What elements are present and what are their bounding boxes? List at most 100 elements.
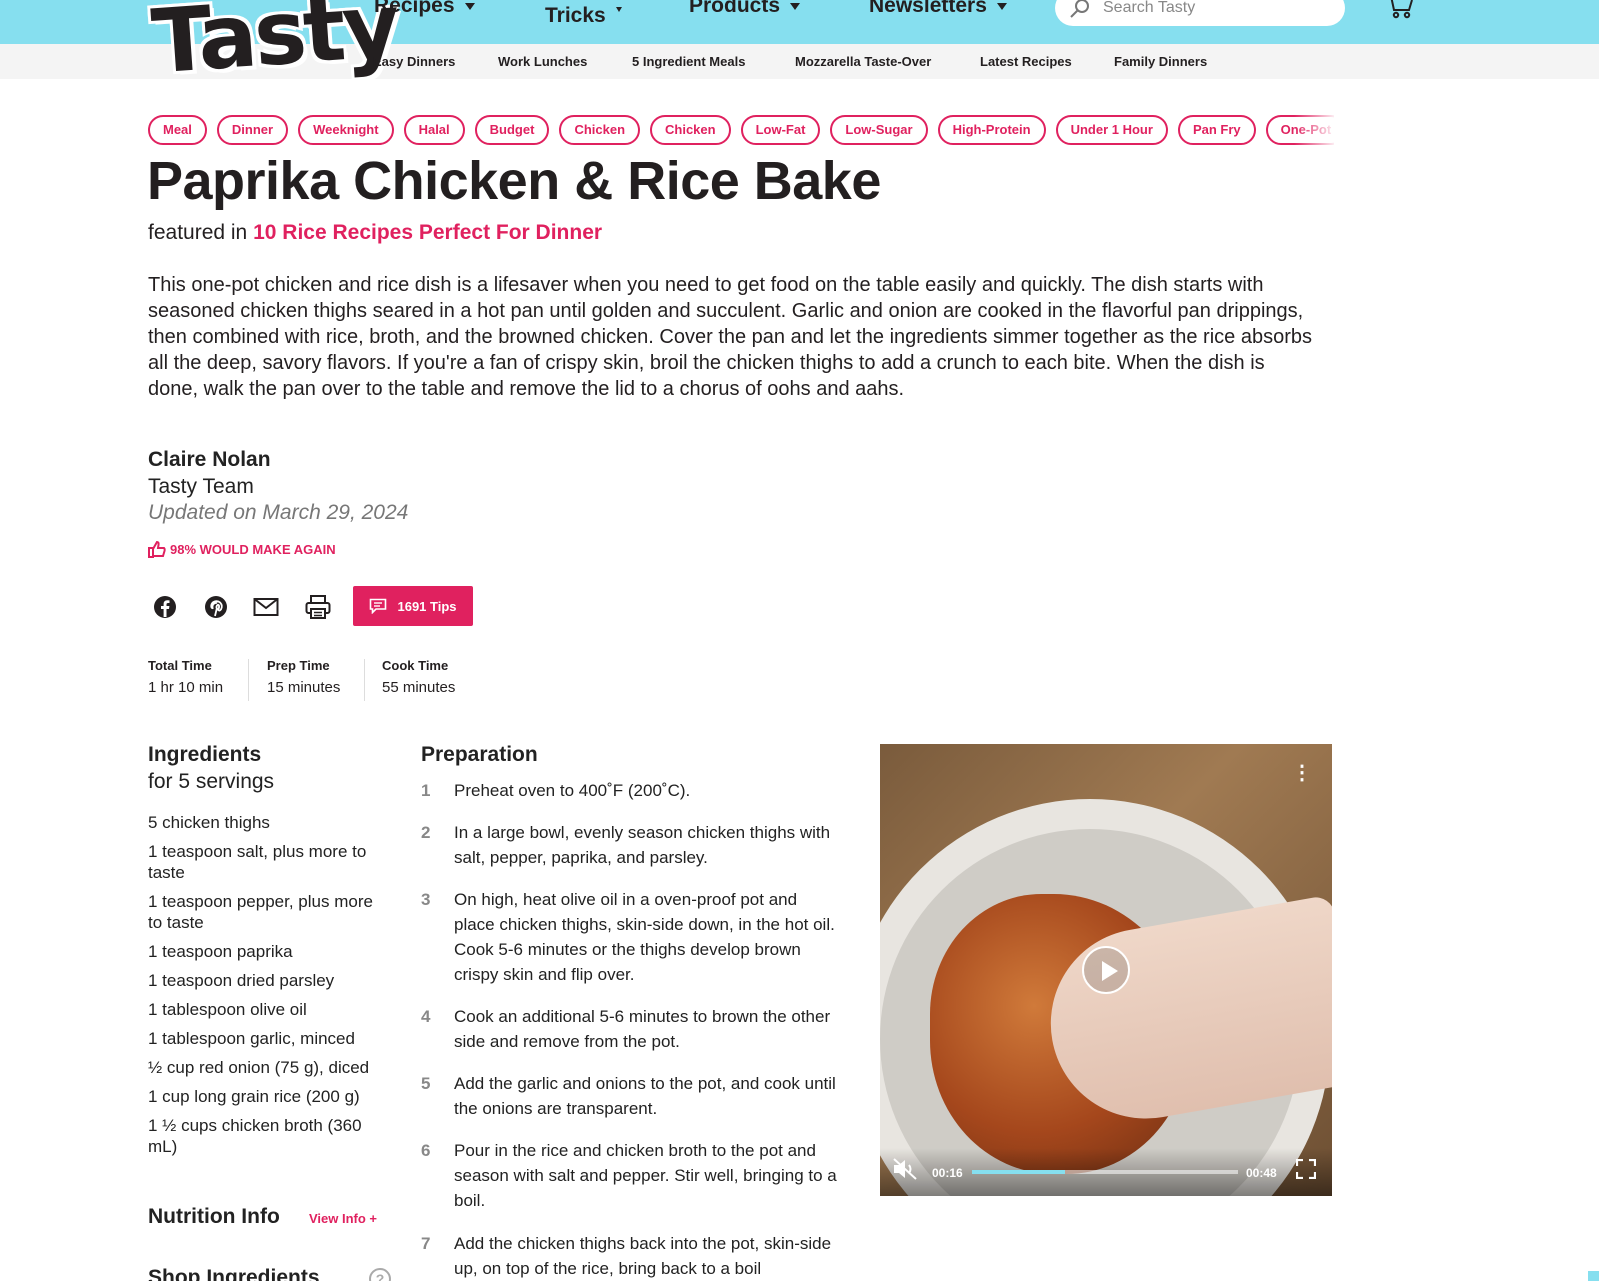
video-current-time: 00:16: [932, 1166, 963, 1180]
preparation-title: Preparation: [421, 743, 538, 766]
pinterest-icon[interactable]: [202, 593, 230, 621]
chevron-down-icon: [464, 2, 475, 10]
ingredient-item: 1 tablespoon garlic, minced: [148, 1029, 355, 1048]
search-box[interactable]: [1055, 0, 1345, 26]
search-input[interactable]: [1103, 0, 1323, 17]
featured-link[interactable]: 10 Rice Recipes Perfect For Dinner: [253, 221, 602, 244]
author-team: Tasty Team: [148, 475, 254, 498]
video-progress-fill: [972, 1170, 1066, 1174]
rating-badge: 98% WOULD MAKE AGAIN: [148, 540, 336, 558]
cart-icon[interactable]: [1385, 0, 1415, 25]
tag-halal[interactable]: Halal: [403, 115, 465, 145]
ingredient-item: 5 chicken thighs: [148, 813, 270, 832]
subnav-family-dinners[interactable]: Family Dinners: [1114, 44, 1207, 79]
nutrition-title: Nutrition Info: [148, 1205, 280, 1228]
tags-fade-overlay: [1294, 112, 1338, 148]
chevron-down-icon: [996, 2, 1007, 10]
ingredients-title: Ingredients: [148, 743, 262, 766]
nav-newsletters[interactable]: Newsletters: [869, 0, 1007, 18]
view-info-button[interactable]: View Info +: [309, 1211, 377, 1226]
recipe-title: Paprika Chicken & Rice Bake: [147, 151, 881, 211]
tag-meal[interactable]: Meal: [148, 115, 207, 145]
nav-recipes-label: Recipes: [374, 0, 455, 17]
tag-pan-fry[interactable]: Pan Fry: [1177, 115, 1256, 145]
step-text: Preheat oven to 400˚F (200˚C).: [454, 781, 691, 800]
prep-step: 6 Pour in the rice and chicken broth to …: [421, 1138, 841, 1213]
nav-tricks[interactable]: Tricks: [545, 4, 622, 28]
step-number: 6: [421, 1141, 431, 1160]
cook-time-value: 55 minutes: [382, 679, 456, 696]
prep-time-label: Prep Time: [267, 658, 330, 673]
video-progress-bar[interactable]: [972, 1170, 1238, 1174]
ingredient-item: 1 teaspoon paprika: [148, 942, 293, 961]
nav-recipes[interactable]: Recipes: [374, 0, 475, 18]
prep-step: 4 Cook an additional 5-6 minutes to brow…: [421, 1004, 841, 1054]
author-name[interactable]: Claire Nolan: [148, 448, 271, 472]
subnav-easy-dinners[interactable]: Easy Dinners: [373, 44, 455, 79]
ingredient-item: 1 teaspoon dried parsley: [148, 971, 335, 990]
thumbs-up-icon: [148, 540, 166, 558]
chevron-down-icon: [615, 6, 622, 12]
play-icon[interactable]: [1082, 946, 1130, 994]
cook-time: Cook Time 55 minutes: [382, 658, 455, 700]
prep-step: 1 Preheat oven to 400˚F (200˚C).: [421, 778, 841, 803]
total-time-value: 1 hr 10 min: [148, 679, 224, 696]
tag-low-fat[interactable]: Low-Fat: [740, 115, 821, 145]
step-text: Add the garlic and onions to the pot, an…: [454, 1074, 836, 1118]
tag-budget[interactable]: Budget: [474, 115, 550, 145]
cook-time-label: Cook Time: [382, 658, 449, 673]
nav-newsletters-label: Newsletters: [869, 0, 987, 17]
rating-text: 98% WOULD MAKE AGAIN: [170, 541, 336, 557]
tasty-logo[interactable]: Tasty: [149, 0, 400, 93]
chevron-down-icon: [790, 2, 801, 10]
step-text: Cook an additional 5-6 minutes to brown …: [454, 1007, 831, 1051]
more-options-icon[interactable]: ⋮: [1292, 760, 1312, 785]
search-icon: [1070, 0, 1089, 18]
subnav-5-ingredient[interactable]: 5 Ingredient Meals: [632, 44, 745, 79]
tag-weeknight[interactable]: Weeknight: [298, 115, 394, 145]
mute-icon[interactable]: [892, 1157, 918, 1186]
step-number: 5: [421, 1074, 431, 1093]
prep-step: 3 On high, heat olive oil in a oven-proo…: [421, 887, 841, 987]
prep-step: 2 In a large bowl, evenly season chicken…: [421, 820, 841, 870]
tips-button[interactable]: 1691 Tips: [353, 586, 473, 626]
subnav-work-lunches[interactable]: Work Lunches: [498, 44, 587, 79]
step-text: In a large bowl, evenly season chicken t…: [454, 823, 831, 867]
time-divider: [248, 659, 249, 701]
facebook-icon[interactable]: [151, 593, 179, 621]
tag-chicken[interactable]: Chicken: [559, 115, 641, 145]
updated-date: Updated on March 29, 2024: [148, 501, 409, 524]
recipe-description: This one-pot chicken and rice dish is a …: [148, 274, 1312, 400]
prep-time: Prep Time 15 minutes: [267, 658, 340, 700]
subnav-latest-recipes[interactable]: Latest Recipes: [980, 44, 1072, 79]
ingredient-item: 1 cup long grain rice (200 g): [148, 1087, 360, 1106]
shop-ingredients-title: Shop Ingredients: [148, 1266, 320, 1281]
nav-products-label: Products: [689, 0, 781, 17]
total-time: Total Time 1 hr 10 min: [148, 658, 223, 700]
subnav-mozzarella[interactable]: Mozzarella Taste-Over: [795, 44, 931, 79]
tag-under-1-hour[interactable]: Under 1 Hour: [1055, 115, 1168, 145]
tag-dinner[interactable]: Dinner: [216, 115, 289, 145]
tag-chicken-2[interactable]: Chicken: [650, 115, 731, 145]
tips-label: 1691 Tips: [397, 598, 457, 614]
video-controls: 00:16 00:48: [880, 1148, 1332, 1196]
tag-high-protein[interactable]: High-Protein: [937, 115, 1046, 145]
help-icon[interactable]: ?: [369, 1268, 391, 1281]
ingredient-item: 1 teaspoon pepper, plus more to taste: [148, 892, 373, 932]
nav-tricks-label: Tricks: [545, 4, 606, 27]
nav-products[interactable]: Products: [689, 0, 801, 18]
recipe-video-player[interactable]: ⋮ 00:16 00:48: [880, 744, 1332, 1196]
servings: for 5 servings: [148, 770, 275, 793]
tag-low-sugar[interactable]: Low-Sugar: [830, 115, 928, 145]
print-icon[interactable]: [304, 593, 332, 621]
step-number: 3: [421, 890, 431, 909]
floating-widget-edge[interactable]: [1588, 1271, 1599, 1281]
fullscreen-icon[interactable]: [1295, 1158, 1317, 1184]
step-text: On high, heat olive oil in a oven-proof …: [454, 890, 835, 984]
email-icon[interactable]: [252, 593, 280, 621]
ingredient-item: 1 tablespoon olive oil: [148, 1000, 307, 1019]
ingredient-item: 1 teaspoon salt, plus more to taste: [148, 842, 367, 882]
step-text: Add the chicken thighs back into the pot…: [454, 1234, 832, 1278]
featured-prefix: featured in: [148, 221, 248, 244]
ingredient-list: 5 chicken thighs 1 teaspoon salt, plus m…: [148, 812, 388, 1165]
